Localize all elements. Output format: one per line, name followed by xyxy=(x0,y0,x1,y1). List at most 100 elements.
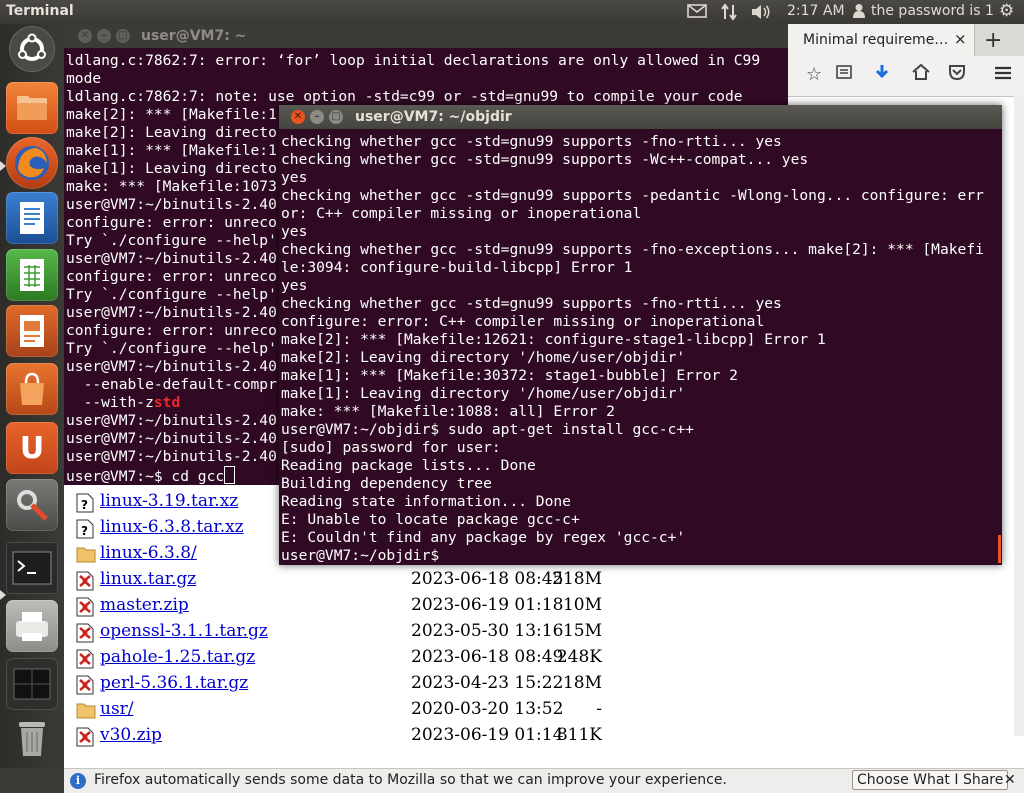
volume-icon[interactable] xyxy=(750,3,772,25)
home-icon[interactable] xyxy=(912,63,930,85)
terminal-icon[interactable] xyxy=(6,542,58,594)
close-button[interactable]: ✕ xyxy=(78,29,92,43)
file-link[interactable]: usr/ xyxy=(100,699,134,719)
terminal-window-front[interactable]: ✕ – □ user@VM7: ~/objdir checking whethe… xyxy=(279,105,1002,565)
close-button[interactable]: ✕ xyxy=(291,110,305,124)
file-link[interactable]: linux-6.3.8/ xyxy=(100,543,197,563)
network-icon[interactable] xyxy=(719,3,739,25)
terminal-line: E: Unable to locate package gcc-c+ xyxy=(281,511,580,528)
user-menu-label[interactable]: the password is 1 xyxy=(871,3,994,19)
file-link[interactable]: master.zip xyxy=(100,595,189,615)
tab-title: Minimal requireme… xyxy=(803,32,949,48)
pocket-icon[interactable] xyxy=(948,64,966,85)
archive-icon xyxy=(76,623,94,643)
firefox-icon[interactable] xyxy=(6,137,58,189)
file-link[interactable]: pahole-1.25.tar.gz xyxy=(100,647,255,667)
terminal-line: yes xyxy=(281,277,308,294)
mail-icon[interactable] xyxy=(687,3,707,23)
maximize-button[interactable]: □ xyxy=(116,29,130,43)
terminal-line: make[1]: Leaving directory '/home/user/o… xyxy=(281,385,686,402)
terminal-line: make: *** [Makefile:1088: all] Error 2 xyxy=(281,403,615,420)
minimize-button[interactable]: – xyxy=(97,29,111,43)
terminal-line: make[1]: *** [Makefile:30372: stage1-bub… xyxy=(281,367,738,384)
unknown-file-icon: ? xyxy=(76,493,94,513)
file-row: master.zip 2023-06-19 01:18 10M xyxy=(72,594,632,620)
notification-close-icon[interactable]: ✕ xyxy=(1004,772,1016,788)
app-menu-title[interactable]: Terminal xyxy=(6,3,74,19)
file-link[interactable]: linux.tar.gz xyxy=(100,569,196,589)
file-row: linux.tar.gz 2023-06-18 08:45 218M xyxy=(72,568,632,594)
reading-list-icon[interactable] xyxy=(836,64,852,85)
terminal-line: checking whether gcc -std=gnu99 supports… xyxy=(281,133,782,150)
launcher: U xyxy=(0,24,64,768)
tab-minimal-requirements[interactable]: Minimal requireme… × xyxy=(788,24,975,56)
page-scrollbar[interactable] xyxy=(1014,96,1024,736)
terminal-line: yes xyxy=(281,169,308,186)
terminal-scrollbar[interactable] xyxy=(998,535,1001,563)
file-size: 218M xyxy=(552,569,602,589)
terminal-line: or: C++ compiler missing or inoperationa… xyxy=(281,205,642,222)
downloads-icon[interactable] xyxy=(874,64,890,87)
archive-icon xyxy=(76,571,94,591)
minimize-button[interactable]: – xyxy=(310,110,324,124)
file-size: - xyxy=(596,699,602,719)
terminal-line: ldlang.c:7862:7: note: use option -std=c… xyxy=(66,88,743,105)
system-settings-icon[interactable] xyxy=(6,479,58,531)
terminal-line: user@VM7:~/objdir$ xyxy=(281,547,440,564)
terminal-line: Reading package lists... Done xyxy=(281,457,536,474)
info-icon: i xyxy=(70,773,86,789)
choose-what-i-share-button[interactable]: Choose What I Share xyxy=(852,770,1009,790)
titlebar-back[interactable]: ✕ – □ user@VM7: ~ xyxy=(64,24,788,48)
terminal-line: make[2]: Leaving directory '/home/user/o… xyxy=(281,349,686,366)
trash-icon[interactable] xyxy=(6,711,58,763)
user-icon xyxy=(852,3,866,23)
terminal-line: checking whether gcc -std=gnu99 supports… xyxy=(281,241,984,258)
terminal-line: checking whether gcc -std=gnu99 supports… xyxy=(281,187,984,204)
calc-icon[interactable] xyxy=(6,249,58,301)
gear-icon[interactable]: ⚙ xyxy=(999,1,1014,21)
writer-icon[interactable] xyxy=(6,192,58,244)
nav-toolbar: ☆ xyxy=(788,56,1024,97)
new-tab-button[interactable]: + xyxy=(984,28,1002,53)
file-link[interactable]: linux-6.3.8.tar.xz xyxy=(100,517,244,537)
file-link[interactable]: linux-3.19.tar.xz xyxy=(100,491,238,511)
titlebar-front[interactable]: ✕ – □ user@VM7: ~/objdir xyxy=(279,105,1002,129)
terminal-line: configure: error: C++ compiler missing o… xyxy=(281,313,765,330)
notification-bar: i Firefox automatically sends some data … xyxy=(64,768,1024,793)
unknown-file-icon: ? xyxy=(76,519,94,539)
workspace-switcher-icon[interactable] xyxy=(6,658,58,710)
notification-message: Firefox automatically sends some data to… xyxy=(94,772,727,788)
terminal-line: [sudo] password for user: xyxy=(281,439,501,456)
archive-icon xyxy=(76,649,94,669)
terminal-line: make[2]: *** [Makefile:12621: configure-… xyxy=(281,331,826,348)
impress-icon[interactable] xyxy=(6,305,58,357)
svg-text:?: ? xyxy=(81,524,88,538)
text-cursor xyxy=(224,466,236,484)
printer-icon[interactable] xyxy=(6,600,58,652)
ubuntu-dash-icon[interactable] xyxy=(9,26,55,72)
terminal-line: mode xyxy=(66,70,102,87)
bookmark-star-icon[interactable]: ☆ xyxy=(806,64,822,85)
terminal-line: ldlang.c:7862:7: error: ‘for’ loop initi… xyxy=(66,52,761,69)
file-row: openssl-3.1.1.tar.gz 2023-05-30 13:16 15M xyxy=(72,620,632,646)
file-link[interactable]: openssl-3.1.1.tar.gz xyxy=(100,621,268,641)
archive-icon xyxy=(76,727,94,747)
menu-hamburger-icon[interactable] xyxy=(994,64,1012,85)
maximize-button[interactable]: □ xyxy=(329,110,343,124)
window-title: user@VM7: ~ xyxy=(141,28,247,44)
files-icon[interactable] xyxy=(6,82,58,134)
ubuntu-one-icon[interactable]: U xyxy=(6,422,58,474)
prompt-text: user@VM7:~$ cd gcc xyxy=(66,468,225,484)
file-row: usr/2020-03-20 13:52- xyxy=(72,698,632,724)
software-center-icon[interactable] xyxy=(6,363,58,415)
terminal-line: Reading state information... Done xyxy=(281,493,571,510)
file-row: v30.zip 2023-06-19 01:14 811K xyxy=(72,724,632,750)
terminal-output-front[interactable]: checking whether gcc -std=gnu99 supports… xyxy=(281,133,997,565)
file-link[interactable]: v30.zip xyxy=(100,725,162,745)
tab-close-icon[interactable]: × xyxy=(954,30,967,48)
file-link[interactable]: perl-5.36.1.tar.gz xyxy=(100,673,248,693)
archive-icon xyxy=(76,597,94,617)
terminal-line: user@VM7:~/objdir$ sudo apt-get install … xyxy=(281,421,694,438)
clock[interactable]: 2:17 AM xyxy=(787,3,845,19)
folder-icon xyxy=(76,545,96,565)
